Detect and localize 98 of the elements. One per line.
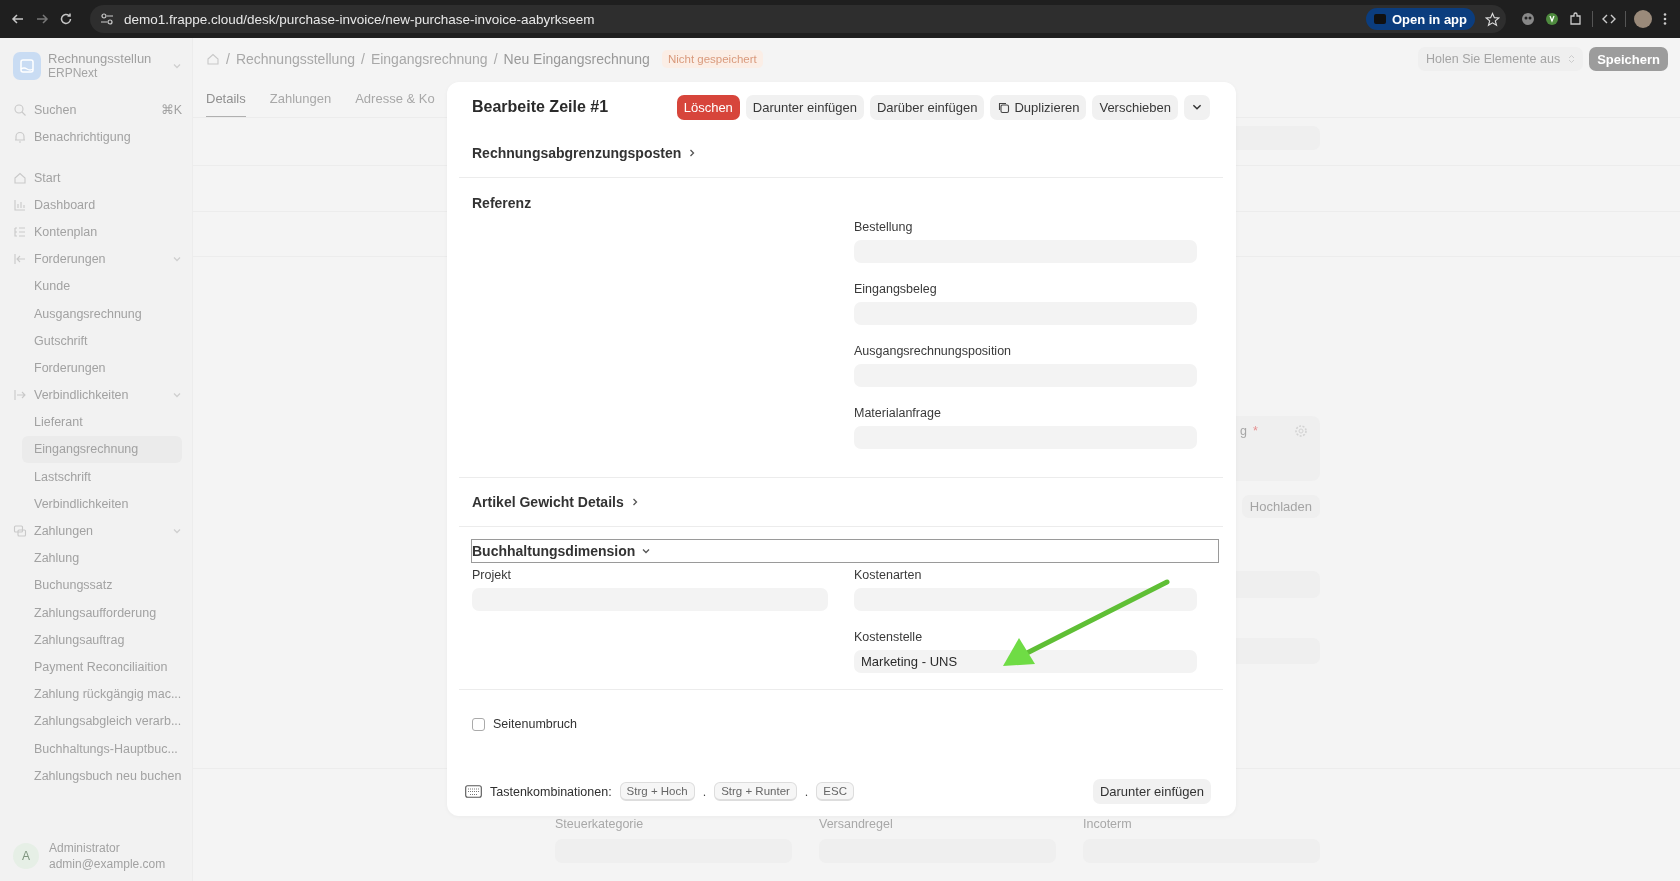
app-logo bbox=[13, 51, 41, 80]
field-label: Versandregel bbox=[819, 817, 894, 831]
field-label: Kostenstelle bbox=[854, 630, 924, 644]
separator-dot: . bbox=[702, 784, 707, 799]
url-text[interactable]: demo1.frappe.cloud/desk/purchase-invoice/new-purchase-invoice-aabyrkseem bbox=[124, 11, 1356, 27]
sidebar-item[interactable]: Buchhaltungs-Hauptbuc... bbox=[13, 734, 182, 763]
sidebar-item[interactable]: Zahlung bbox=[13, 544, 182, 572]
sidebar-item[interactable]: Forderungen bbox=[13, 354, 182, 382]
checkbox-label: Seitenumbruch bbox=[493, 717, 578, 731]
key-hint: Strg + Hoch bbox=[619, 782, 695, 801]
sidebar-item[interactable]: Benachrichtigung bbox=[13, 123, 182, 150]
cards-icon bbox=[13, 524, 27, 539]
open-in-app-button[interactable]: Open in app bbox=[1365, 8, 1475, 30]
action-button[interactable]: Darunter einfügen bbox=[745, 94, 864, 120]
dropdown-button[interactable] bbox=[1184, 94, 1210, 120]
breadcrumb-link[interactable]: Eingangsrechnung bbox=[370, 51, 488, 67]
sidebar-item[interactable]: Verbindlichkeiten bbox=[13, 381, 182, 409]
breadcrumb-link[interactable]: Rechnungsstellung bbox=[235, 51, 355, 67]
section-title: Referenz bbox=[472, 194, 532, 213]
sidebar-item[interactable]: Dashboard bbox=[13, 191, 182, 219]
user-email: admin@example.com bbox=[49, 857, 166, 871]
user-name: Administrator bbox=[49, 841, 121, 855]
tab[interactable]: Details bbox=[206, 80, 246, 117]
breadcrumb-separator: / bbox=[226, 51, 230, 67]
sidebar-item[interactable]: Zahlungsaufforderung bbox=[13, 599, 182, 627]
section-header[interactable]: Rechnungsabgrenzungsposten bbox=[472, 142, 698, 164]
extension-icon[interactable] bbox=[1544, 11, 1560, 27]
input-field[interactable] bbox=[854, 588, 1197, 611]
sidebar-item[interactable]: Eingangsrechnung bbox=[22, 435, 182, 464]
sidebar-item[interactable]: Zahlungsauftrag bbox=[13, 626, 182, 654]
status-badge: Nicht gespeichert bbox=[661, 50, 763, 68]
arrow-right-icon bbox=[13, 388, 27, 403]
sidebar-item[interactable]: Zahlung rückgängig mac... bbox=[13, 680, 182, 708]
field-label: Eingangsbeleg bbox=[854, 282, 938, 296]
bell-icon bbox=[13, 129, 27, 144]
separator-dot: . bbox=[804, 784, 809, 799]
user-avatar[interactable]: A bbox=[13, 843, 39, 869]
search-item[interactable]: Suchen ⌘K bbox=[13, 96, 182, 123]
delete-button[interactable]: Löschen bbox=[676, 94, 740, 120]
arrow-left-icon bbox=[13, 252, 27, 267]
sidebar-item[interactable]: Forderungen bbox=[13, 245, 182, 273]
sidebar-item[interactable]: Lieferant bbox=[13, 408, 182, 436]
sidebar-item[interactable]: Zahlungsabgleich verarb... bbox=[13, 707, 182, 735]
sidebar-item[interactable]: Buchungssatz bbox=[13, 571, 182, 599]
field-label: Incoterm bbox=[1083, 817, 1133, 831]
section-header[interactable]: Artikel Gewicht Details bbox=[472, 491, 640, 513]
app-subtitle: ERPNext bbox=[48, 66, 99, 80]
upload-button[interactable]: Hochladen bbox=[1241, 495, 1320, 518]
breadcrumb-separator: / bbox=[493, 51, 498, 67]
save-button[interactable]: Speichern bbox=[1589, 47, 1668, 71]
puzzle-icon[interactable] bbox=[1568, 11, 1584, 27]
shortcuts-label: Tastenkombinationen: bbox=[490, 784, 612, 799]
required-mark: * bbox=[1252, 424, 1258, 438]
field-label: Bestellung bbox=[854, 220, 914, 234]
sidebar-item[interactable]: Start bbox=[13, 164, 182, 192]
field-label: Kostenarten bbox=[854, 568, 923, 582]
bar-chart-icon bbox=[13, 197, 27, 212]
sidebar-item[interactable]: Kunde bbox=[13, 272, 182, 300]
field-label: Steuerkategorie bbox=[555, 817, 645, 831]
sort-icon bbox=[1568, 54, 1576, 64]
field-label: Ausgangsrechnungsposition bbox=[854, 344, 1013, 358]
section-header[interactable]: Buchhaltungsdimension bbox=[472, 540, 1218, 562]
sidebar-item[interactable]: Lastschrift bbox=[13, 463, 182, 491]
action-button[interactable]: Verschieben bbox=[1092, 94, 1178, 120]
duplicate-button[interactable]: Duplizieren bbox=[990, 94, 1087, 120]
chevron-icon bbox=[641, 546, 652, 556]
app-title: Rechnungsstellun bbox=[48, 51, 153, 66]
action-button[interactable]: Darüber einfügen bbox=[869, 94, 985, 120]
sidebar-item[interactable]: Ausgangsrechnung bbox=[13, 299, 182, 328]
field-label: Projekt bbox=[472, 568, 512, 582]
copy-icon bbox=[997, 100, 1011, 114]
keyboard-icon bbox=[465, 785, 482, 798]
get-items-dropdown[interactable]: Holen Sie Elemente aus bbox=[1418, 47, 1584, 71]
site-settings-icon[interactable] bbox=[100, 12, 114, 26]
tab[interactable]: Adresse & Ko bbox=[355, 80, 435, 117]
search-icon bbox=[13, 102, 27, 117]
sidebar-item[interactable]: Kontenplan bbox=[13, 218, 182, 246]
sidebar-item[interactable]: Verbindlichkeiten bbox=[13, 490, 182, 518]
breadcrumb-separator: / bbox=[361, 51, 365, 67]
checkbox[interactable] bbox=[472, 717, 485, 731]
breadcrumb-link[interactable]: Neu Eingangsrechnung bbox=[503, 51, 650, 67]
reload-icon[interactable] bbox=[58, 11, 74, 27]
tab[interactable]: Zahlungen bbox=[269, 80, 332, 117]
key-hint: ESC bbox=[816, 782, 854, 801]
sidebar-item[interactable]: Zahlungen bbox=[13, 517, 182, 545]
list-icon bbox=[13, 224, 27, 239]
profile-avatar[interactable] bbox=[1634, 10, 1652, 28]
insert-below-button[interactable]: Darunter einfügen bbox=[1092, 779, 1211, 804]
sidebar-item[interactable]: Gutschrift bbox=[13, 327, 182, 355]
sidebar-item[interactable]: Payment Reconciliaition bbox=[13, 653, 182, 681]
input-field[interactable]: Marketing - UNS bbox=[854, 650, 1197, 673]
field-label: Materialanfrage bbox=[854, 406, 942, 420]
sidebar-item[interactable]: Zahlungsbuch neu buchen bbox=[13, 762, 182, 790]
dialog-title: Bearbeite Zeile #1 bbox=[472, 98, 610, 116]
field-label: g bbox=[1240, 424, 1247, 438]
star-icon[interactable] bbox=[1485, 11, 1500, 27]
key-hint: Strg + Runter bbox=[714, 782, 797, 801]
home-icon bbox=[13, 170, 27, 185]
